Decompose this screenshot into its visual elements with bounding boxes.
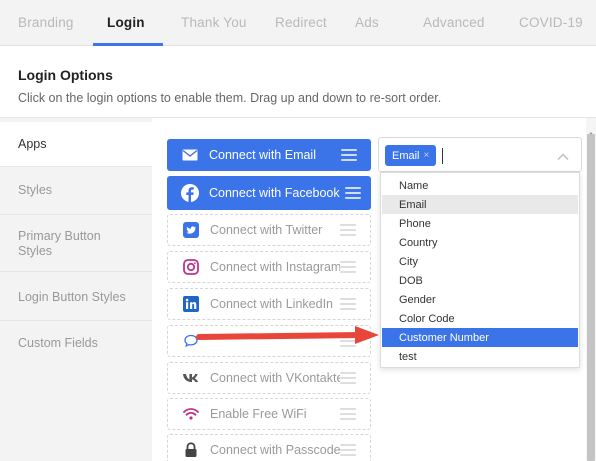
login-option-label: Connect with Twitter (210, 223, 323, 237)
tag-remove-icon[interactable]: × (424, 150, 430, 161)
email-fields-dropdown: Name Email Phone Country City DOB Gender… (380, 172, 580, 368)
linkedin-icon (182, 295, 200, 313)
text-cursor (442, 148, 443, 164)
tab-advanced[interactable]: Advanced (423, 15, 485, 30)
login-option-twitter[interactable]: Connect with Twitter (167, 214, 371, 246)
login-option-label: Enable Free WiFi (210, 407, 307, 421)
dropdown-option-customer-number[interactable]: Customer Number (382, 328, 578, 347)
drag-handle-icon[interactable] (340, 444, 356, 456)
selected-tag-label: Email (392, 149, 420, 162)
login-option-label: Connect with Passcode (210, 443, 340, 457)
login-option-instagram[interactable]: Connect with Instagram (167, 251, 371, 283)
dropdown-option-country[interactable]: Country (382, 233, 578, 252)
settings-sidebar: Apps Styles Primary Button Styles Login … (0, 118, 154, 461)
twitter-icon (182, 221, 200, 239)
section-title: Login Options (18, 67, 113, 83)
tab-thank-you[interactable]: Thank You (181, 15, 247, 30)
tab-redirect[interactable]: Redirect (275, 15, 327, 30)
drag-handle-icon[interactable] (340, 261, 356, 273)
tab-ads[interactable]: Ads (355, 15, 379, 30)
tab-branding[interactable]: Branding (18, 15, 74, 30)
login-option-vkontakte[interactable]: Connect with VKontakte (167, 362, 371, 394)
sidebar-divider (0, 271, 152, 272)
login-option-label: Connect with VKontakte (210, 371, 340, 385)
dropdown-option-color-code[interactable]: Color Code (382, 309, 578, 328)
sidebar-item-primary-button-styles[interactable]: Primary Button Styles (0, 222, 120, 266)
login-option-label: Connect with LinkedIn (210, 297, 333, 311)
sidebar-divider (0, 166, 152, 167)
tab-login[interactable]: Login (107, 15, 145, 30)
active-tab-indicator (93, 43, 163, 46)
login-option-label: Connect with Facebook (209, 186, 340, 200)
dropdown-option-dob[interactable]: DOB (382, 271, 578, 290)
login-option-label: Connect with Instagram (210, 260, 340, 274)
login-option-wifi[interactable]: Enable Free WiFi (167, 398, 371, 430)
drag-handle-icon[interactable] (341, 149, 357, 161)
instagram-icon (182, 258, 200, 276)
sidebar-item-apps[interactable]: Apps (0, 122, 154, 166)
login-option-linkedin[interactable]: Connect with LinkedIn (167, 288, 371, 320)
login-option-email[interactable]: Connect with Email (167, 139, 371, 171)
sidebar-item-custom-fields[interactable]: Custom Fields (0, 321, 152, 365)
sidebar-item-login-button-styles[interactable]: Login Button Styles (0, 275, 152, 319)
chevron-up-icon[interactable] (556, 149, 570, 167)
dropdown-option-name[interactable]: Name (382, 176, 578, 195)
vk-icon (182, 369, 200, 387)
dropdown-option-test[interactable]: test (382, 347, 578, 366)
wifi-icon (182, 405, 200, 423)
sidebar-divider (0, 214, 152, 215)
lock-icon (182, 441, 200, 459)
scrollbar-thumb[interactable] (587, 134, 595, 461)
drag-handle-icon[interactable] (340, 298, 356, 310)
login-option-passcode[interactable]: Connect with Passcode (167, 434, 371, 461)
tab-bar: Branding Login Thank You Redirect Ads Ad… (0, 0, 596, 46)
drag-handle-icon[interactable] (345, 187, 361, 199)
dropdown-option-city[interactable]: City (382, 252, 578, 271)
facebook-icon (181, 184, 199, 202)
selected-tag-email[interactable]: Email × (385, 145, 437, 166)
section-description: Click on the login options to enable the… (18, 91, 442, 105)
dropdown-option-phone[interactable]: Phone (382, 214, 578, 233)
tab-covid-19[interactable]: COVID-19 (519, 15, 583, 30)
login-option-label: Connect with Email (209, 148, 316, 162)
email-fields-select[interactable]: Email × (378, 137, 582, 172)
drag-handle-icon[interactable] (340, 408, 356, 420)
drag-handle-icon[interactable] (340, 224, 356, 236)
annotation-arrow-icon (196, 326, 379, 344)
drag-handle-icon[interactable] (340, 372, 356, 384)
envelope-icon (181, 146, 199, 164)
login-option-facebook[interactable]: Connect with Facebook (167, 176, 371, 210)
dropdown-option-email[interactable]: Email (382, 195, 578, 214)
sidebar-item-styles[interactable]: Styles (0, 168, 152, 212)
dropdown-option-gender[interactable]: Gender (382, 290, 578, 309)
